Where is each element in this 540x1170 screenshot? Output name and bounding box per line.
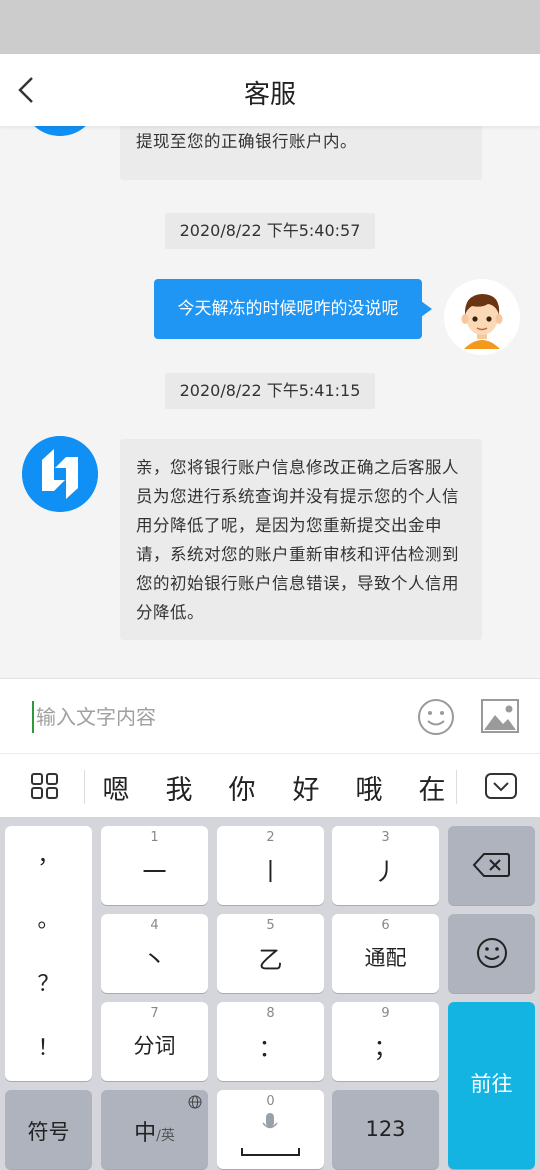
- agent-avatar: [22, 436, 98, 512]
- keyboard: ， 。 ？ ！ 1 一 2 丨 3 丿 4 丶 5 乙 6 通配 7 分词 8 …: [0, 817, 540, 1170]
- smiley-icon[interactable]: [416, 697, 456, 737]
- divider: [456, 770, 457, 804]
- message-text: 提现至您的正确银行账户内。: [136, 132, 357, 151]
- candidate-word[interactable]: 我: [159, 768, 199, 807]
- message-input-bar: [0, 678, 540, 753]
- microphone-icon: [262, 1113, 278, 1129]
- boy-avatar-icon: [444, 279, 520, 355]
- punct-key[interactable]: ？: [5, 966, 92, 998]
- candidate-word[interactable]: 你: [222, 768, 262, 807]
- agent-message-bubble: 亲，您将银行账户信息修改正确之后客服人员为您进行系统查询并没有提示您的个人信用分…: [120, 439, 482, 640]
- smiley-icon: [477, 938, 507, 968]
- key-2[interactable]: 2 丨: [217, 826, 324, 905]
- navigation-bar: 客服: [0, 54, 540, 126]
- ime-candidate-bar: 嗯 我 你 好 哦 在: [0, 753, 540, 817]
- symbols-key[interactable]: 符号: [5, 1090, 92, 1169]
- key-4[interactable]: 4 丶: [101, 914, 208, 993]
- key-5[interactable]: 5 乙: [217, 914, 324, 993]
- divider: [84, 770, 85, 804]
- chat-message-list[interactable]: 提现至您的正确银行账户内。 2020/8/22 下午5:40:57 今天解冻的时…: [0, 126, 540, 678]
- image-icon[interactable]: [480, 698, 520, 734]
- agent-message-bubble: 提现至您的正确银行账户内。: [120, 126, 482, 180]
- message-input[interactable]: [32, 701, 392, 733]
- numbers-key[interactable]: 123: [332, 1090, 439, 1169]
- key-6[interactable]: 6 通配: [332, 914, 439, 993]
- backspace-icon: [472, 853, 510, 877]
- candidate-word[interactable]: 嗯: [96, 768, 136, 807]
- language-switch-key[interactable]: 中/英: [101, 1090, 208, 1169]
- globe-icon: [188, 1095, 202, 1109]
- agent-logo-icon: [22, 436, 98, 512]
- key-1[interactable]: 1 一: [101, 826, 208, 905]
- key-9[interactable]: 9 ；: [332, 1002, 439, 1081]
- key-3[interactable]: 3 丿: [332, 826, 439, 905]
- page-title: 客服: [243, 80, 296, 110]
- timestamp: 2020/8/22 下午5:41:15: [0, 373, 540, 409]
- grid-icon[interactable]: [30, 772, 60, 800]
- backspace-key[interactable]: [448, 826, 535, 905]
- agent-avatar: [22, 126, 98, 136]
- punct-key[interactable]: ，: [5, 838, 92, 870]
- keyboard-hide-icon[interactable]: [484, 772, 518, 800]
- punct-key[interactable]: ！: [5, 1030, 92, 1062]
- emoji-key[interactable]: [448, 914, 535, 993]
- candidate-word[interactable]: 哦: [349, 768, 389, 807]
- user-avatar: [444, 279, 520, 355]
- space-bar-icon: [241, 1148, 300, 1156]
- candidate-word[interactable]: 好: [286, 768, 326, 807]
- timestamp: 2020/8/22 下午5:40:57: [0, 213, 540, 249]
- status-bar: [0, 0, 540, 54]
- punct-key[interactable]: 。: [5, 902, 92, 934]
- key-8[interactable]: 8 ：: [217, 1002, 324, 1081]
- punctuation-column: ， 。 ？ ！: [5, 826, 92, 1081]
- user-message-bubble: 今天解冻的时候呢咋的没说呢: [154, 279, 432, 339]
- space-key[interactable]: 0: [217, 1090, 324, 1169]
- agent-logo-icon: [34, 126, 86, 136]
- candidate-word[interactable]: 在: [412, 768, 452, 807]
- message-text: 亲，您将银行账户信息修改正确之后客服人员为您进行系统查询并没有提示您的个人信用分…: [136, 458, 459, 622]
- key-7[interactable]: 7 分词: [101, 1002, 208, 1081]
- send-key[interactable]: 前往: [448, 1002, 535, 1169]
